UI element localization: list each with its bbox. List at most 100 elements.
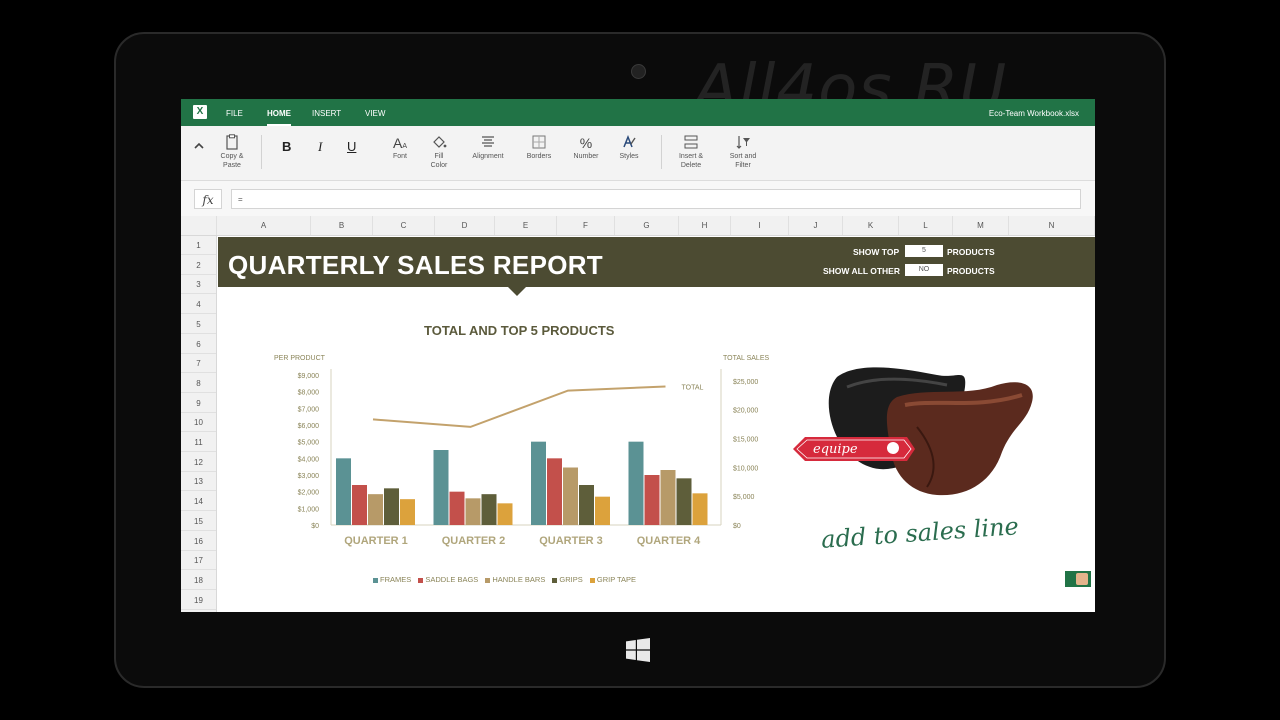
- borders-label: Borders: [526, 153, 552, 160]
- alignment-label: Alignment: [472, 153, 504, 160]
- bar-frames: [433, 450, 449, 525]
- row-header[interactable]: 15: [181, 512, 216, 531]
- column-header[interactable]: D: [435, 216, 495, 235]
- borders-icon: [524, 134, 554, 152]
- column-header[interactable]: E: [495, 216, 557, 235]
- row-header[interactable]: 3: [181, 275, 216, 295]
- total-sales-line: [372, 385, 666, 428]
- x-tick-label: QUARTER 2: [442, 535, 506, 547]
- y-tick-label: $7,000: [298, 406, 320, 413]
- row-header[interactable]: 10: [181, 413, 216, 433]
- windows-logo-icon[interactable]: [626, 638, 650, 662]
- styles-button[interactable]: Styles: [617, 134, 641, 161]
- fill-color-button[interactable]: Fill Color: [425, 134, 453, 170]
- sort-filter-icon: [726, 134, 760, 152]
- column-header[interactable]: M: [953, 216, 1009, 235]
- legend-swatch: [589, 577, 595, 583]
- show-all-other-input[interactable]: NO: [905, 264, 943, 276]
- column-header[interactable]: G: [615, 216, 679, 235]
- y2-tick-label: $0: [733, 523, 741, 530]
- insert-rows-icon: [675, 134, 707, 152]
- menu-home[interactable]: HOME: [267, 99, 291, 126]
- row-header[interactable]: 13: [181, 472, 216, 492]
- chart-title: TOTAL AND TOP 5 PRODUCTS: [424, 323, 615, 338]
- legend-label: FRAMES: [380, 575, 412, 584]
- row-header[interactable]: 5: [181, 315, 216, 334]
- sort-filter-button[interactable]: Sort and Filter: [726, 134, 760, 170]
- camera-icon: [631, 64, 646, 79]
- row-header[interactable]: 9: [181, 394, 216, 413]
- collapse-ribbon-button[interactable]: [193, 140, 205, 155]
- column-header[interactable]: H: [679, 216, 731, 235]
- number-label: Number: [573, 153, 599, 160]
- bold-button[interactable]: B: [282, 139, 291, 154]
- select-all-corner[interactable]: [181, 216, 217, 235]
- ribbon: Copy & Paste B I U AA Font Fill Color Al…: [181, 126, 1095, 181]
- bar-grips: [579, 485, 594, 525]
- saddle-image: equipe: [793, 367, 1033, 496]
- font-button[interactable]: AA Font: [387, 134, 413, 161]
- legend-swatch: [485, 577, 491, 583]
- show-top-input[interactable]: 5: [905, 245, 943, 257]
- insert-function-button[interactable]: fx: [194, 189, 222, 209]
- insert-delete-label: Insert & Delete: [678, 153, 704, 169]
- title-bar: X FILE HOME INSERT VIEW Eco-Team Workboo…: [181, 99, 1095, 126]
- y2-tick-label: $5,000: [733, 494, 755, 501]
- row-header[interactable]: 19: [181, 591, 216, 610]
- column-header[interactable]: K: [843, 216, 899, 235]
- bar-frames: [531, 441, 546, 525]
- number-button[interactable]: % Number: [571, 134, 601, 161]
- borders-button[interactable]: Borders: [524, 134, 554, 161]
- row-header[interactable]: 2: [181, 256, 216, 275]
- excel-logo-icon: X: [193, 105, 207, 119]
- bar-grip-tape: [497, 503, 513, 525]
- copy-paste-label: Copy & Paste: [220, 153, 244, 169]
- insert-delete-button[interactable]: Insert & Delete: [675, 134, 707, 170]
- sales-chart[interactable]: PER PRODUCT TOTAL SALES $0 $1,000 $2,000 $3,0…: [241, 347, 781, 547]
- row-header[interactable]: 12: [181, 453, 216, 472]
- column-header[interactable]: A: [217, 216, 311, 235]
- y2-tick-label: $10,000: [733, 465, 758, 472]
- column-header[interactable]: N: [1009, 216, 1095, 235]
- formula-input[interactable]: =: [231, 189, 1081, 209]
- legend-swatch: [418, 577, 424, 583]
- y-tick-label: $1,000: [298, 506, 320, 513]
- italic-button[interactable]: I: [318, 139, 322, 155]
- legend-item: GRIP TAPE: [589, 575, 636, 584]
- user-avatar[interactable]: [1065, 571, 1091, 587]
- row-header[interactable]: 6: [181, 335, 216, 354]
- y-tick-label: $5,000: [298, 440, 320, 447]
- row-header[interactable]: 17: [181, 551, 216, 571]
- row-header[interactable]: 8: [181, 374, 216, 393]
- bar-handle-bars: [563, 467, 578, 525]
- menu-view[interactable]: VIEW: [365, 99, 385, 126]
- legend-label: HANDLE BARS: [492, 575, 546, 584]
- copy-paste-button[interactable]: Copy & Paste: [215, 134, 249, 170]
- row-header[interactable]: 11: [181, 433, 216, 452]
- row-header[interactable]: 16: [181, 532, 216, 551]
- paint-bucket-icon: [425, 134, 453, 152]
- y-tick-label: $9,000: [298, 373, 320, 380]
- column-header[interactable]: L: [899, 216, 953, 235]
- menu-file[interactable]: FILE: [226, 99, 243, 126]
- bar-saddle-bags: [352, 485, 367, 525]
- row-header[interactable]: 1: [181, 236, 216, 255]
- column-header[interactable]: C: [373, 216, 435, 235]
- row-header[interactable]: 18: [181, 571, 216, 590]
- alignment-button[interactable]: Alignment: [470, 134, 506, 161]
- row-header[interactable]: 7: [181, 354, 216, 374]
- bar-grips: [676, 478, 692, 525]
- workbook-name: Eco-Team Workbook.xlsx: [988, 109, 1079, 118]
- column-header[interactable]: I: [731, 216, 789, 235]
- y2-tick-label: $15,000: [733, 436, 758, 443]
- row-header[interactable]: 14: [181, 492, 216, 512]
- y-tick-label: $3,000: [298, 473, 320, 480]
- fill-color-label: Fill Color: [430, 153, 448, 169]
- column-header[interactable]: B: [311, 216, 373, 235]
- menu-insert[interactable]: INSERT: [312, 99, 341, 126]
- underline-button[interactable]: U: [347, 139, 356, 154]
- column-header[interactable]: J: [789, 216, 843, 235]
- formula-bar: fx =: [181, 181, 1095, 216]
- row-header[interactable]: 4: [181, 295, 216, 315]
- column-header[interactable]: F: [557, 216, 615, 235]
